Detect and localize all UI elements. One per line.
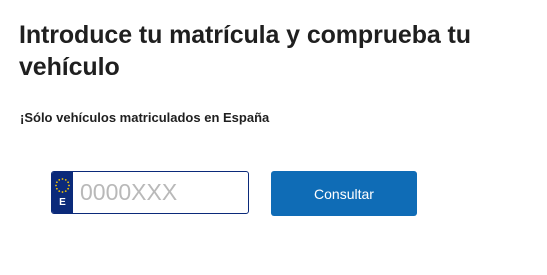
page-title: Introduce tu matrícula y comprueba tu ve… — [19, 21, 471, 81]
country-code-label: E — [59, 197, 66, 208]
consultar-button[interactable]: Consultar — [271, 171, 417, 216]
plate-number-input[interactable] — [73, 172, 248, 213]
eu-stars-icon — [55, 178, 70, 193]
eu-country-band: E — [52, 172, 73, 213]
license-plate-field[interactable]: E — [51, 171, 249, 214]
subtitle-note: ¡Sólo vehículos matriculados en España — [20, 110, 270, 125]
